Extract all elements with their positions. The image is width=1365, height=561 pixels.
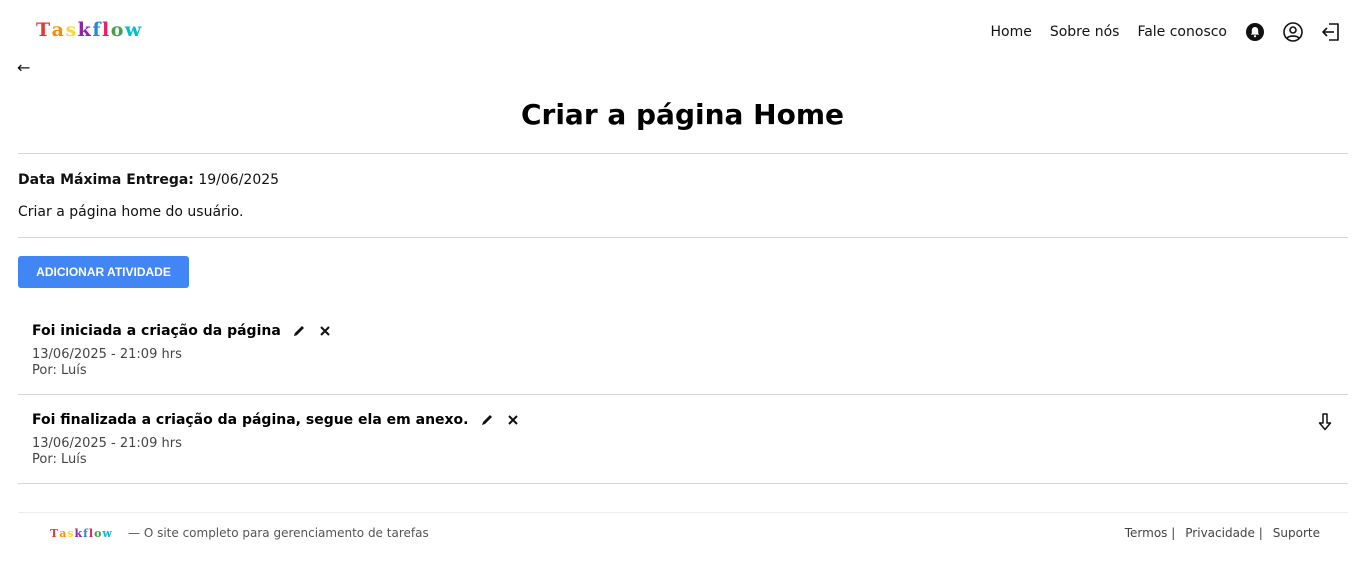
activity-datetime: 13/06/2025 - 21:09 hrs — [32, 436, 182, 451]
activity-item: Foi finalizada a criação da página, segu… — [18, 410, 1348, 484]
nav-about-link[interactable]: Sobre nós — [1050, 24, 1120, 40]
deadline-label: Data Máxima Entrega: — [18, 172, 194, 188]
brand-letter: l — [102, 19, 111, 41]
deadline-value: 19/06/2025 — [198, 172, 280, 188]
brand-letter: w — [102, 527, 113, 540]
edit-pencil-icon[interactable] — [479, 412, 495, 428]
brand-logo[interactable]: Taskflow — [36, 19, 143, 41]
footer-tagline: — O site completo para gerenciamento de … — [128, 526, 429, 540]
activity-title: Foi finalizada a criação da página, segu… — [32, 412, 469, 428]
footer-privacy-link[interactable]: Privacidade | — [1185, 526, 1263, 540]
footer-terms-link[interactable]: Termos | — [1125, 526, 1176, 540]
divider — [18, 483, 1348, 484]
brand-letter: w — [124, 19, 143, 41]
brand-letter: k — [77, 19, 93, 41]
main-nav: Home Sobre nós Fale conosco — [991, 20, 1344, 44]
logout-icon[interactable] — [1319, 20, 1343, 44]
deadline: Data Máxima Entrega: 19/06/2025 — [18, 172, 279, 188]
add-activity-button[interactable]: ADICIONAR ATIVIDADE — [18, 256, 189, 288]
user-circle-icon[interactable] — [1281, 20, 1305, 44]
download-arrow-icon[interactable] — [1316, 412, 1334, 432]
footer: Taskflow — O site completo para gerencia… — [0, 512, 1365, 561]
footer-support-link[interactable]: Suporte — [1273, 526, 1320, 540]
brand-letter: a — [59, 527, 68, 540]
brand-letter: k — [74, 527, 84, 540]
edit-pencil-icon[interactable] — [291, 323, 307, 339]
bell-icon[interactable] — [1243, 20, 1267, 44]
footer-divider — [18, 512, 1348, 513]
divider — [18, 153, 1348, 154]
nav-contact-link[interactable]: Fale conosco — [1137, 24, 1227, 40]
back-arrow-icon[interactable]: ← — [17, 58, 30, 78]
footer-brand-logo[interactable]: Taskflow — [50, 527, 113, 540]
footer-links: Termos | Privacidade | Suporte — [1115, 526, 1320, 540]
activity-datetime: 13/06/2025 - 21:09 hrs — [32, 347, 182, 362]
nav-home-link[interactable]: Home — [991, 24, 1032, 40]
divider — [18, 394, 1348, 395]
task-description: Criar a página home do usuário. — [18, 204, 244, 220]
brand-letter: s — [67, 527, 75, 540]
brand-letter: T — [36, 19, 52, 41]
brand-letter: T — [50, 527, 60, 540]
brand-letter: s — [65, 19, 78, 41]
activity-item: Foi iniciada a criação da página 13/06/2… — [18, 321, 1348, 395]
brand-letter: o — [110, 19, 125, 41]
delete-x-icon[interactable] — [317, 323, 333, 339]
page-title: Criar a página Home — [520, 98, 845, 131]
activity-title: Foi iniciada a criação da página — [32, 323, 281, 339]
divider — [18, 237, 1348, 238]
brand-letter: f — [92, 19, 103, 41]
activity-author: Por: Luís — [32, 363, 87, 378]
delete-x-icon[interactable] — [505, 412, 521, 428]
header: Taskflow Home Sobre nós Fale conosco — [0, 0, 1365, 64]
brand-letter: a — [51, 19, 66, 41]
activity-author: Por: Luís — [32, 452, 87, 467]
